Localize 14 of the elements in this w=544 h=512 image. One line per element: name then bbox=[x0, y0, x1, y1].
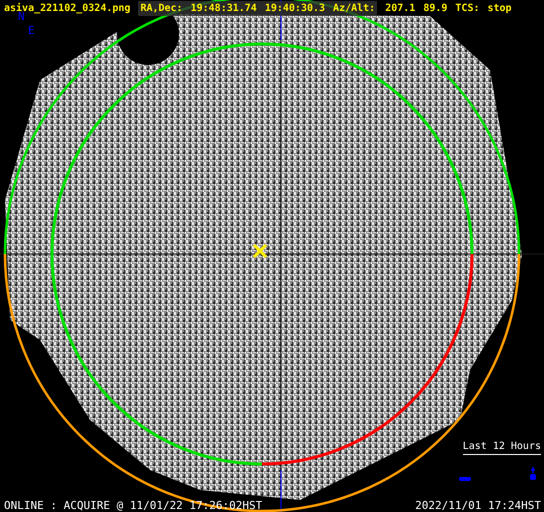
compass-north: N bbox=[18, 10, 25, 25]
dec-value: 19:40:30.3 bbox=[264, 2, 326, 16]
azalt-label: Az/Alt: bbox=[333, 2, 376, 16]
marker-icon bbox=[529, 467, 537, 481]
radec-label: RA,Dec: bbox=[140, 2, 183, 16]
tcs-value: stop bbox=[488, 2, 512, 16]
legend-title: Last 12 Hours bbox=[462, 439, 541, 455]
tcs-label: TCS: bbox=[455, 2, 480, 16]
compass-east: E bbox=[28, 23, 35, 39]
alt-value: 89.9 bbox=[423, 2, 448, 16]
legend-dash bbox=[459, 477, 471, 481]
ra-value: 19:48:31.74 bbox=[190, 2, 257, 16]
az-value: 207.1 bbox=[385, 2, 416, 16]
timestamp: 2022/11/01 17:24HST bbox=[415, 498, 541, 512]
